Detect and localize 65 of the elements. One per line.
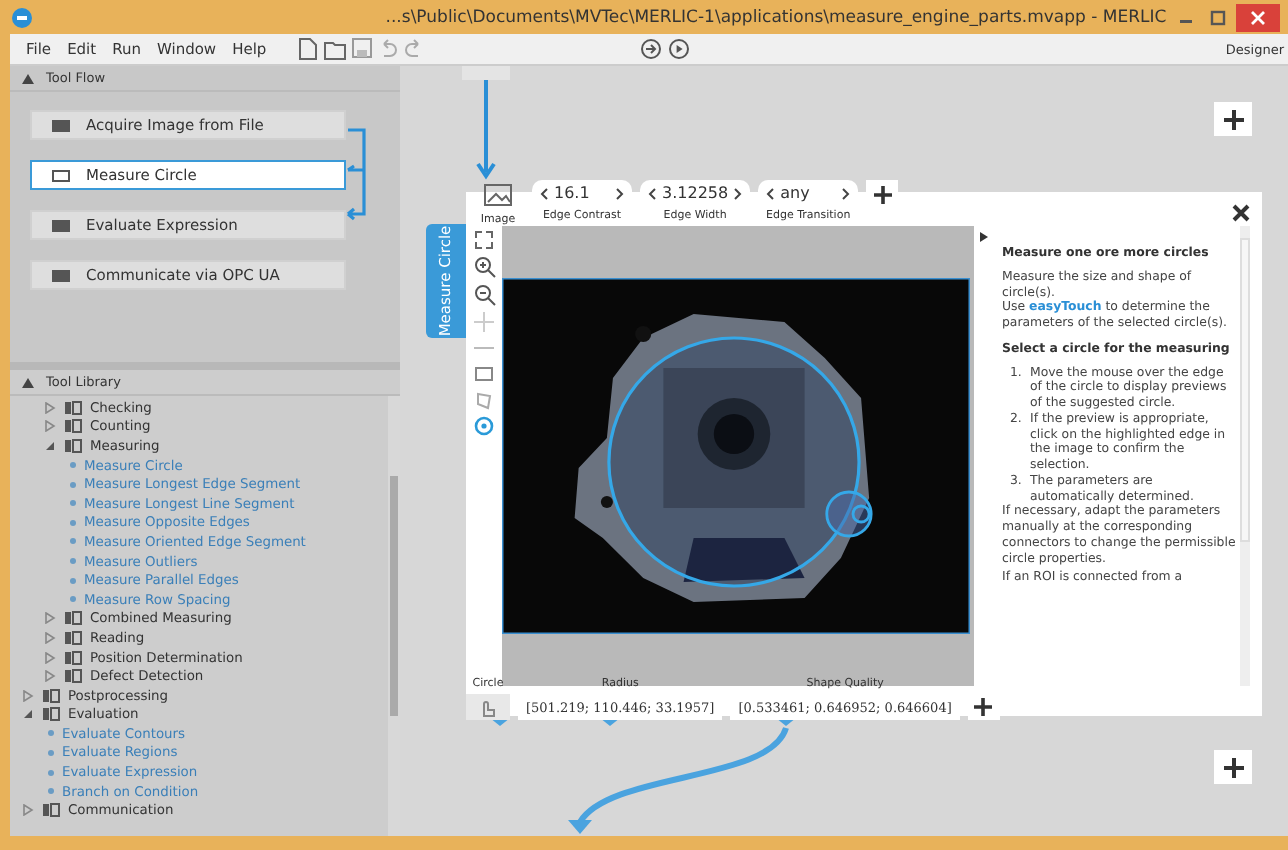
chevron-right-icon[interactable]: [842, 187, 851, 199]
tool-icon: [52, 219, 70, 231]
step-icon[interactable]: [640, 38, 663, 60]
parameter-field[interactable]: 3.12258: [640, 180, 751, 206]
flow-arrow: [476, 80, 496, 184]
bullet-icon: [70, 538, 76, 545]
expand-icon[interactable]: [980, 232, 988, 242]
bullet-icon: [70, 596, 76, 603]
bullet-icon: [70, 577, 76, 584]
expander-icon[interactable]: [22, 708, 34, 721]
collapse-icon[interactable]: [22, 73, 34, 83]
plus-icon: [1223, 109, 1243, 129]
bullet-icon: [70, 481, 76, 488]
bullet-icon: [70, 519, 76, 526]
new-file-icon[interactable]: [298, 38, 319, 60]
bullet-icon: [70, 500, 76, 507]
collapse-icon[interactable]: [22, 377, 34, 387]
chevron-right-icon[interactable]: [734, 187, 743, 199]
bullet-icon: [70, 558, 76, 565]
category-icon: [64, 610, 82, 627]
category-icon: [64, 649, 82, 666]
category-icon: [64, 629, 82, 646]
category-icon: [64, 437, 82, 454]
tool-icon: [52, 269, 70, 281]
bullet-icon: [70, 462, 76, 469]
plus-icon: [974, 697, 993, 715]
folder-icon[interactable]: [324, 38, 347, 60]
chevron-left-icon[interactable]: [766, 187, 775, 199]
rectangle-icon[interactable]: [474, 364, 494, 384]
plus-icon: [873, 185, 892, 203]
category-icon: [64, 399, 82, 416]
expander-icon[interactable]: [44, 439, 56, 452]
image-node[interactable]: [462, 66, 510, 80]
bullet-icon: [48, 769, 54, 776]
category-icon: [42, 706, 60, 723]
circle-tool-icon[interactable]: [474, 416, 494, 436]
chevron-left-icon[interactable]: [648, 187, 656, 199]
parameter-field[interactable]: any: [758, 180, 859, 206]
zoom-in-icon[interactable]: [473, 256, 495, 278]
category-icon: [42, 687, 60, 704]
play-icon[interactable]: [668, 38, 691, 60]
chevron-left-icon[interactable]: [540, 187, 548, 199]
scrollbar[interactable]: [388, 396, 400, 836]
save-icon[interactable]: [352, 38, 373, 60]
category-icon: [64, 668, 82, 685]
tool-icon: [52, 119, 70, 131]
plus-icon: [1223, 757, 1243, 777]
image-icon[interactable]: [484, 184, 512, 206]
bullet-icon: [48, 788, 54, 795]
add-button[interactable]: [1214, 102, 1252, 136]
pointer-button[interactable]: [466, 694, 510, 720]
category-icon: [42, 802, 60, 819]
fit-icon[interactable]: [474, 230, 494, 250]
chevron-right-icon[interactable]: [616, 187, 624, 199]
bullet-icon: [48, 749, 54, 756]
bullet-icon: [48, 730, 54, 737]
zoom-out-icon[interactable]: [473, 284, 495, 306]
window-title: ...s\Public\Documents\MVTec\MERLIC-1\applications\measure_engine_parts.mvapp - MERLIC: [383, 7, 1169, 27]
scrollbar[interactable]: [1240, 226, 1250, 686]
app-logo-icon: [12, 7, 32, 27]
parameter-field[interactable]: 16.1: [532, 180, 632, 206]
close-icon[interactable]: [1232, 204, 1250, 222]
category-icon: [64, 418, 82, 435]
add-button[interactable]: [1214, 750, 1252, 784]
tool-icon: [52, 169, 70, 181]
